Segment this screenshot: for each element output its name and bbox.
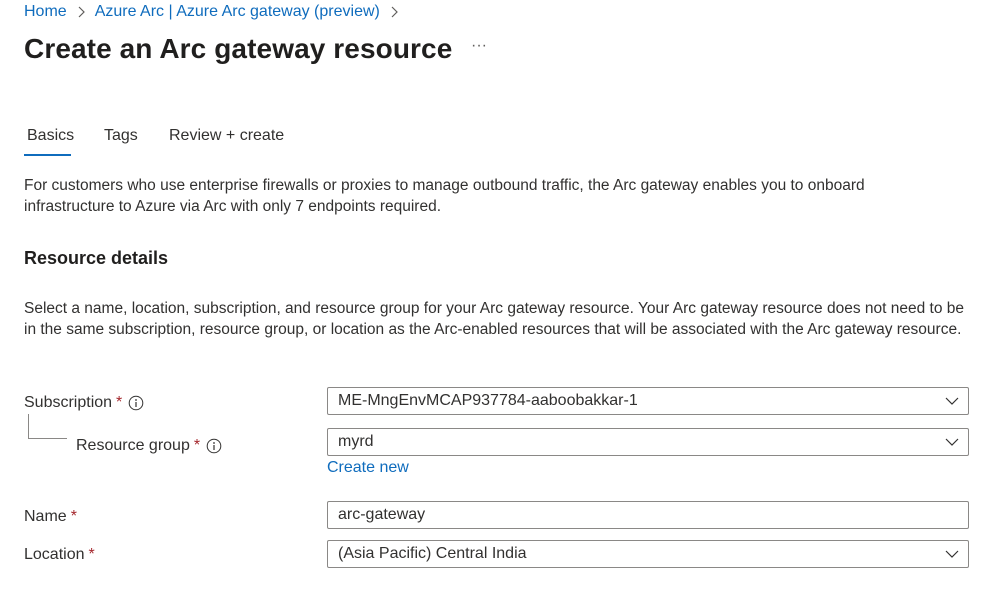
location-label: Location * (24, 545, 95, 565)
create-new-resource-group-link[interactable]: Create new (327, 459, 409, 477)
location-label-text: Location (24, 546, 85, 563)
subscription-dropdown[interactable]: ME-MngEnvMCAP937784-aaboobakkar-1 (327, 387, 969, 415)
breadcrumb: Home Azure Arc | Azure Arc gateway (prev… (24, 2, 408, 22)
hierarchy-connector (28, 414, 67, 439)
breadcrumb-arc-gateway-link[interactable]: Azure Arc | Azure Arc gateway (preview) (95, 3, 380, 21)
create-arc-gateway-page: Home Azure Arc | Azure Arc gateway (prev… (0, 0, 999, 598)
selected-tab-indicator (24, 154, 71, 156)
required-asterisk: * (70, 508, 77, 525)
chevron-right-icon (391, 6, 398, 18)
tab-review-create[interactable]: Review + create (169, 122, 284, 156)
name-value: arc-gateway (338, 506, 426, 523)
required-asterisk: * (88, 546, 95, 563)
name-input[interactable]: arc-gateway (327, 501, 969, 529)
chevron-right-icon (78, 6, 85, 18)
required-asterisk: * (193, 437, 201, 454)
resource-group-label: Resource group * (76, 436, 222, 456)
location-dropdown[interactable]: (Asia Pacific) Central India (327, 540, 969, 568)
page-title: Create an Arc gateway resource (24, 33, 453, 64)
resource-group-dropdown[interactable]: myrd (327, 428, 969, 456)
info-icon[interactable] (128, 395, 144, 411)
breadcrumb-home-link[interactable]: Home (24, 3, 67, 21)
required-asterisk: * (116, 394, 123, 411)
subscription-label-text: Subscription (24, 394, 113, 411)
subscription-value: ME-MngEnvMCAP937784-aaboobakkar-1 (338, 392, 638, 409)
subscription-label: Subscription * (24, 393, 144, 413)
resource-details-description: Select a name, location, subscription, a… (24, 300, 965, 338)
resource-details-heading: Resource details (24, 248, 169, 268)
info-icon[interactable] (206, 438, 222, 454)
tab-basics[interactable]: Basics (27, 122, 74, 156)
location-value: (Asia Pacific) Central India (338, 545, 527, 562)
name-label-text: Name (24, 508, 67, 525)
name-label: Name * (24, 507, 77, 527)
tab-tags[interactable]: Tags (104, 122, 138, 156)
more-options-button[interactable]: ··· (468, 38, 490, 60)
intro-description: For customers who use enterprise firewal… (24, 177, 865, 215)
chevron-down-icon (945, 438, 959, 446)
chevron-down-icon (945, 550, 959, 558)
chevron-down-icon (945, 397, 959, 405)
resource-group-label-text: Resource group (76, 437, 190, 454)
resource-group-value: myrd (338, 433, 374, 450)
